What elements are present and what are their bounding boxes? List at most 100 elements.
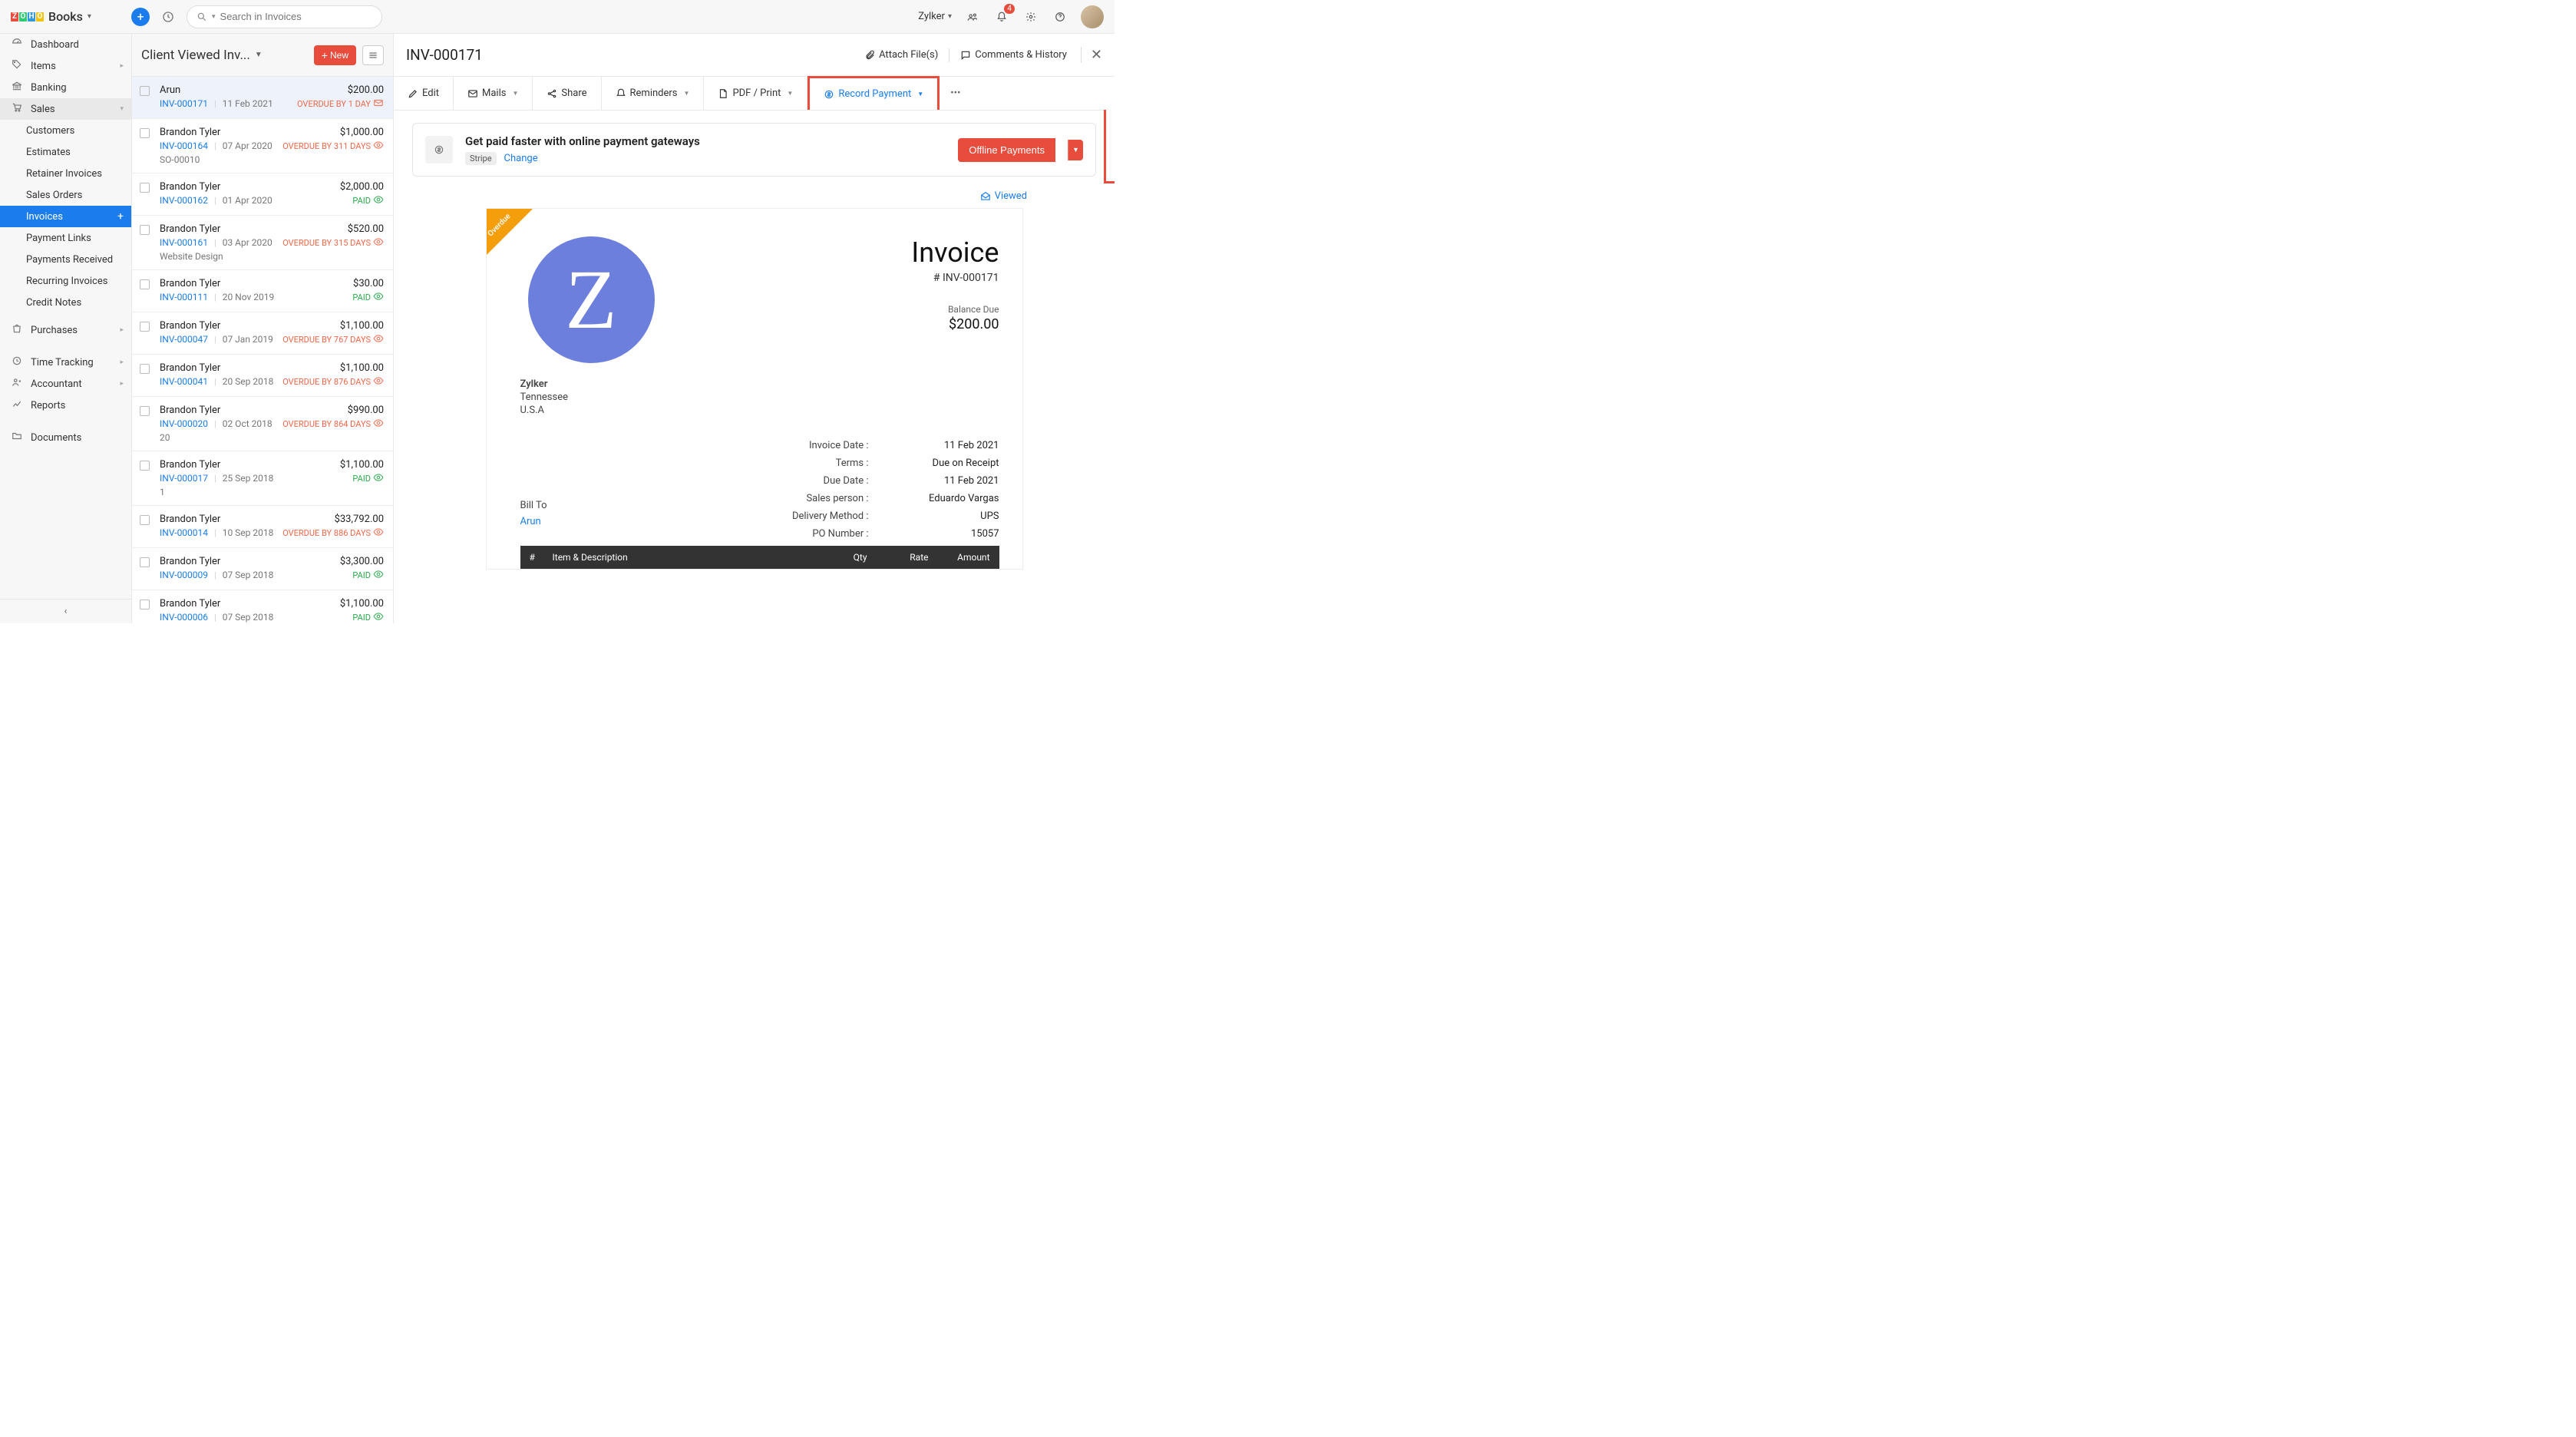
new-invoice-button[interactable]: + New: [314, 45, 356, 65]
invoice-number-link[interactable]: INV-000041: [160, 376, 208, 387]
invoice-number-link[interactable]: INV-000111: [160, 292, 208, 302]
share-button[interactable]: Share: [533, 77, 601, 110]
invoice-list-item[interactable]: Brandon Tyler$2,000.00INV-000162|01 Apr …: [132, 173, 393, 216]
invoice-list-item[interactable]: Brandon Tyler$1,000.00INV-000164|07 Apr …: [132, 119, 393, 173]
invoice-list-item[interactable]: Brandon Tyler$520.00INV-000161|03 Apr 20…: [132, 216, 393, 270]
invoice-number-link[interactable]: INV-000009: [160, 570, 208, 580]
comment-icon: [960, 50, 971, 61]
mail-icon: [467, 88, 478, 99]
sidebar-item-accountant[interactable]: Accountant: [0, 373, 131, 395]
notifications-icon[interactable]: 4: [993, 8, 1010, 25]
chevron-down-icon: ▼: [255, 51, 263, 59]
org-switcher[interactable]: Zylker ▾: [918, 11, 952, 22]
invoice-number-link[interactable]: INV-000047: [160, 334, 208, 345]
pdf-print-button[interactable]: PDF / Print ▼: [704, 77, 807, 110]
recent-icon[interactable]: [159, 8, 177, 26]
close-detail-button[interactable]: ✕: [1081, 47, 1102, 63]
more-actions-button[interactable]: •••: [940, 77, 971, 110]
invoice-amount: $1,100.00: [340, 598, 384, 609]
app-logo[interactable]: ZOHO Books ▾: [11, 9, 122, 24]
select-checkbox[interactable]: [140, 406, 150, 416]
sidebar-sub-retainer[interactable]: Retainer Invoices: [0, 163, 131, 184]
sidebar-item-sales[interactable]: Sales: [0, 98, 131, 120]
chevron-down-icon: ▾: [948, 12, 952, 21]
sidebar-item-dashboard[interactable]: Dashboard: [0, 34, 131, 55]
select-checkbox[interactable]: [140, 322, 150, 332]
sidebar-item-banking[interactable]: Banking: [0, 77, 131, 98]
invoice-number-link[interactable]: INV-000164: [160, 140, 208, 151]
eye-icon: [373, 194, 384, 207]
invoice-list-item[interactable]: Brandon Tyler$1,100.00INV-000017|25 Sep …: [132, 451, 393, 506]
sidebar-sub-credit-notes[interactable]: Credit Notes: [0, 292, 131, 313]
settings-icon[interactable]: [1022, 8, 1039, 25]
invoice-reference: SO-00010: [160, 154, 384, 165]
select-checkbox[interactable]: [140, 279, 150, 289]
invoice-list-item[interactable]: Brandon Tyler$30.00INV-000111|20 Nov 201…: [132, 270, 393, 312]
invoice-number-link[interactable]: INV-000014: [160, 527, 208, 538]
sidebar-item-reports[interactable]: Reports: [0, 395, 131, 416]
offline-payments-button[interactable]: Offline Payments: [958, 138, 1055, 162]
invoice-number-link[interactable]: INV-000006: [160, 612, 208, 623]
invoice-list-item[interactable]: Brandon Tyler$1,100.00INV-000041|20 Sep …: [132, 355, 393, 397]
list-menu-button[interactable]: [362, 45, 384, 65]
bell-icon: [616, 88, 626, 99]
invoice-list[interactable]: Arun$200.00INV-000171|11 Feb 2021OVERDUE…: [132, 77, 393, 623]
select-checkbox[interactable]: [140, 600, 150, 609]
invoice-list-item[interactable]: Brandon Tyler$1,100.00INV-000006|07 Sep …: [132, 590, 393, 623]
dropdown-write-off[interactable]: Write Off: [1106, 156, 1115, 177]
select-checkbox[interactable]: [140, 183, 150, 193]
sidebar-sub-sales-orders[interactable]: Sales Orders: [0, 184, 131, 206]
sidebar-sub-estimates[interactable]: Estimates: [0, 141, 131, 163]
plus-icon[interactable]: +: [117, 210, 124, 223]
sidebar-item-documents[interactable]: Documents: [0, 427, 131, 448]
mails-button[interactable]: Mails ▼: [454, 77, 533, 110]
sidebar-sub-customers[interactable]: Customers: [0, 120, 131, 141]
select-checkbox[interactable]: [140, 461, 150, 471]
sidebar-sub-invoices[interactable]: Invoices +: [0, 206, 131, 227]
sidebar-sub-recurring[interactable]: Recurring Invoices: [0, 270, 131, 292]
sidebar-collapse-button[interactable]: ‹: [0, 599, 131, 623]
search-box[interactable]: ▾: [187, 5, 382, 28]
sidebar-item-time-tracking[interactable]: Time Tracking: [0, 352, 131, 373]
refer-icon[interactable]: [964, 8, 981, 25]
comments-history-button[interactable]: Comments & History: [960, 49, 1067, 61]
record-payment-button[interactable]: Record Payment ▼: [807, 76, 940, 110]
reminders-button[interactable]: Reminders ▼: [602, 77, 705, 110]
edit-button[interactable]: Edit: [394, 77, 454, 110]
change-gateway-link[interactable]: Change: [504, 153, 538, 164]
sidebar-sub-payments-received[interactable]: Payments Received: [0, 249, 131, 270]
help-icon[interactable]: [1052, 8, 1068, 25]
select-checkbox[interactable]: [140, 225, 150, 235]
org-name-line: Zylker: [520, 378, 655, 390]
quick-add-button[interactable]: +: [131, 8, 150, 26]
offline-payments-caret[interactable]: ▼: [1068, 140, 1083, 160]
invoice-list-item[interactable]: Brandon Tyler$990.00INV-000020|02 Oct 20…: [132, 397, 393, 451]
select-checkbox[interactable]: [140, 86, 150, 96]
invoice-list-item[interactable]: Brandon Tyler$1,100.00INV-000047|07 Jan …: [132, 312, 393, 355]
invoice-list-item[interactable]: Brandon Tyler$3,300.00INV-000009|07 Sep …: [132, 548, 393, 590]
invoice-number-link[interactable]: INV-000020: [160, 418, 208, 429]
sidebar-item-label: Documents: [31, 432, 81, 444]
invoice-number-link[interactable]: INV-000162: [160, 195, 208, 206]
avatar[interactable]: [1081, 5, 1104, 28]
invoice-number-link[interactable]: INV-000171: [160, 98, 208, 109]
invoice-amount: $990.00: [348, 405, 384, 416]
dropdown-record-payment[interactable]: Record Payment: [1106, 114, 1115, 135]
select-checkbox[interactable]: [140, 557, 150, 567]
dropdown-charge-customer[interactable]: Charge Customer: [1106, 135, 1115, 156]
list-view-selector[interactable]: Client Viewed Inv... ▼: [141, 48, 263, 63]
attach-files-button[interactable]: Attach File(s): [864, 49, 938, 61]
select-checkbox[interactable]: [140, 364, 150, 374]
search-input[interactable]: [220, 11, 372, 22]
sidebar-item-items[interactable]: Items: [0, 55, 131, 77]
select-checkbox[interactable]: [140, 515, 150, 525]
invoice-number-link[interactable]: INV-000161: [160, 237, 208, 248]
sidebar-item-purchases[interactable]: Purchases: [0, 319, 131, 341]
org-addr-line: Tennessee: [520, 391, 655, 403]
invoice-list-item[interactable]: Brandon Tyler$33,792.00INV-000014|10 Sep…: [132, 506, 393, 548]
sidebar-sub-payment-links[interactable]: Payment Links: [0, 227, 131, 249]
invoice-number-link[interactable]: INV-000017: [160, 473, 208, 484]
select-checkbox[interactable]: [140, 128, 150, 138]
invoice-list-item[interactable]: Arun$200.00INV-000171|11 Feb 2021OVERDUE…: [132, 77, 393, 119]
invoice-reference: 1: [160, 487, 384, 497]
